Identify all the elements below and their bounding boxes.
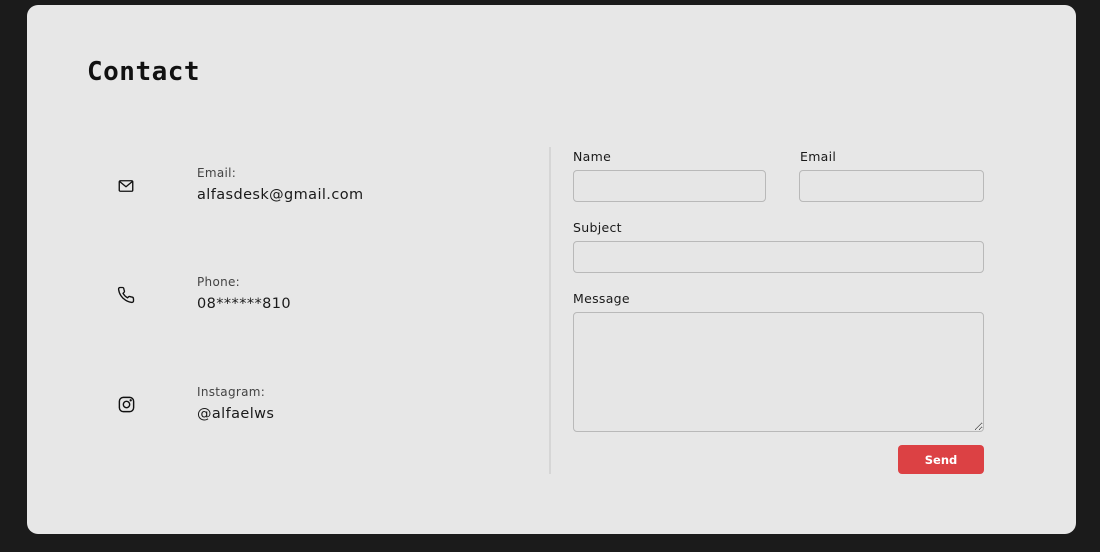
contact-value: @alfaelws [197,406,275,422]
email-input[interactable] [799,170,984,202]
message-textarea[interactable] [573,312,984,432]
subject-label: Subject [573,220,622,235]
subject-input[interactable] [573,241,984,273]
name-input[interactable] [573,170,766,202]
contact-item-email: Email: alfasdesk@gmail.com [27,165,527,225]
contact-label: Email: [197,166,237,180]
name-label: Name [573,149,612,164]
mail-icon [115,175,137,197]
instagram-icon [115,393,137,415]
send-button[interactable]: Send [898,445,984,474]
message-label: Message [573,291,630,306]
page-title: Contact [87,57,201,87]
contact-value: alfasdesk@gmail.com [197,187,364,203]
contact-value: 08******810 [197,296,292,312]
phone-icon [115,284,137,306]
contact-item-text: Phone: 08******810 [197,274,291,314]
contact-item-text: Instagram: @alfaelws [197,384,274,424]
section-divider [549,147,551,474]
contact-item-instagram: Instagram: @alfaelws [27,384,527,444]
contact-label: Phone: [197,275,241,289]
contact-label: Instagram: [197,385,266,399]
email-label: Email [800,149,837,164]
contact-item-text: Email: alfasdesk@gmail.com [197,165,363,205]
contact-item-phone: Phone: 08******810 [27,274,527,334]
contact-card: Contact Email: alfasdesk@gmail.com Phone… [27,5,1076,534]
